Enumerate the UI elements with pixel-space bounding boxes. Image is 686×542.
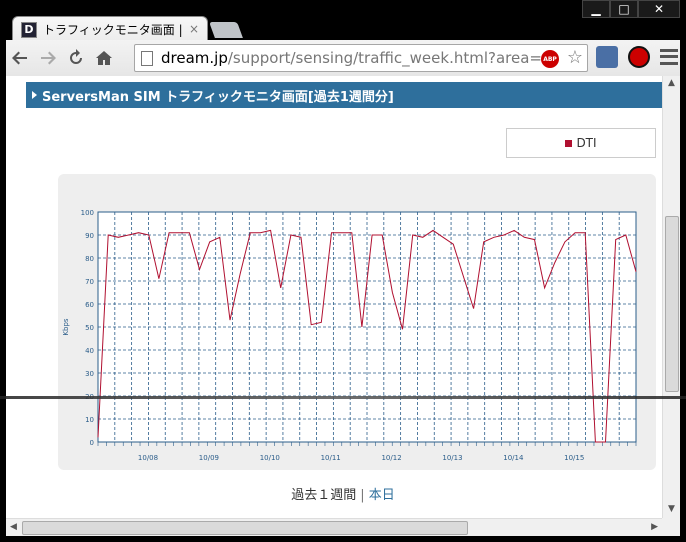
x-tick-label: 10/08 (138, 454, 158, 462)
url-text: dream.jp/support/sensing/traffic_week.ht… (161, 49, 548, 67)
y-tick-label: 60 (85, 301, 94, 309)
forward-button[interactable] (34, 44, 62, 72)
bookmark-star-icon[interactable]: ☆ (567, 47, 583, 68)
close-window-button[interactable]: ✕ (638, 0, 680, 18)
extension-block-icon[interactable] (628, 46, 650, 68)
tab-strip: D トラフィックモニタ画面 | × ▁ □ ✕ (0, 0, 686, 42)
scrollbar-corner (662, 518, 680, 536)
vertical-scrollbar[interactable]: ▲ ▼ (662, 76, 680, 518)
extension-icon[interactable] (596, 46, 618, 68)
today-link[interactable]: 本日 (369, 488, 395, 503)
scroll-down-icon[interactable]: ▼ (668, 504, 675, 514)
y-tick-label: 10 (85, 416, 94, 424)
url-host: dream.jp (161, 49, 228, 67)
home-icon (96, 51, 112, 65)
vertical-scroll-thumb[interactable] (665, 216, 679, 392)
y-tick-label: 90 (85, 232, 94, 240)
window-controls: ▁ □ ✕ (582, 0, 680, 18)
menu-icon[interactable] (660, 47, 678, 67)
link-separator: | (360, 488, 365, 503)
y-tick-label: 0 (90, 439, 94, 447)
y-tick-label: 50 (85, 324, 94, 332)
legend-swatch (565, 139, 573, 147)
adblock-icon[interactable]: ABP (541, 50, 559, 68)
period-links: 過去１週間 | 本日 (6, 484, 680, 503)
new-tab-button[interactable] (209, 22, 243, 38)
page-viewport: ServersMan SIM トラフィックモニタ画面[過去1週間分] DTI 0… (6, 76, 680, 518)
page-title: ServersMan SIM トラフィックモニタ画面[過去1週間分] (26, 82, 668, 108)
reload-button[interactable] (62, 44, 90, 72)
site-favicon-icon: D (21, 21, 37, 38)
y-tick-label: 30 (85, 370, 94, 378)
y-tick-label: 80 (85, 255, 94, 263)
y-tick-label: 40 (85, 347, 94, 355)
browser-toolbar: dream.jp/support/sensing/traffic_week.ht… (0, 40, 686, 76)
legend-label: DTI (576, 136, 597, 150)
x-tick-label: 10/14 (503, 454, 524, 462)
x-tick-label: 10/10 (260, 454, 280, 462)
x-tick-label: 10/15 (564, 454, 584, 462)
url-path: /support/sensing/traffic_week.html?area=… (227, 49, 549, 67)
browser-window: D トラフィックモニタ画面 | × ▁ □ ✕ dream.jp/support… (0, 0, 686, 542)
reload-icon (70, 49, 82, 64)
page-icon (141, 50, 153, 66)
horizontal-scrollbar[interactable]: ◀ ▶ (6, 518, 662, 536)
address-bar[interactable]: dream.jp/support/sensing/traffic_week.ht… (134, 44, 588, 72)
forward-arrow-icon (41, 51, 56, 65)
scroll-up-icon[interactable]: ▲ (668, 78, 675, 88)
x-tick-label: 10/09 (199, 454, 219, 462)
horizontal-scroll-thumb[interactable] (22, 521, 468, 535)
y-tick-label: 100 (81, 209, 94, 217)
x-tick-label: 10/12 (381, 454, 401, 462)
tab-close-icon[interactable]: × (189, 22, 199, 36)
x-tick-label: 10/13 (442, 454, 462, 462)
traffic-chart: 010203040506070809010010/0810/0910/1010/… (62, 209, 637, 462)
chart-legend: DTI (506, 128, 656, 158)
scroll-left-icon[interactable]: ◀ (10, 522, 17, 532)
home-button[interactable] (90, 44, 118, 72)
chart-container: 010203040506070809010010/0810/0910/1010/… (58, 174, 656, 470)
scroll-right-icon[interactable]: ▶ (651, 522, 658, 532)
past-week-label: 過去１週間 (291, 488, 357, 503)
render-artifact (0, 396, 686, 399)
x-tick-label: 10/11 (321, 454, 341, 462)
maximize-button[interactable]: □ (610, 0, 638, 18)
tab-title: トラフィックモニタ画面 | (43, 23, 183, 37)
minimize-button[interactable]: ▁ (582, 0, 610, 18)
y-tick-label: 70 (85, 278, 94, 286)
back-arrow-icon (12, 51, 27, 65)
browser-tab[interactable]: D トラフィックモニタ画面 | × (12, 16, 208, 42)
y-axis-label: Kbps (62, 318, 70, 335)
back-button[interactable] (6, 44, 34, 72)
